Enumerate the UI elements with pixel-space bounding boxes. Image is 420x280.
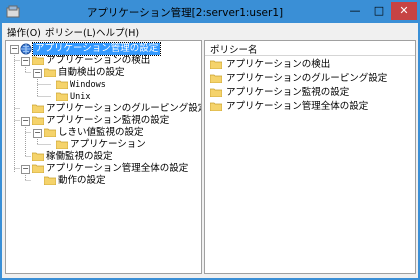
tree-node-root[interactable]: − アプリケーション管理の設定 [6, 42, 201, 56]
tree-label-overall[interactable]: アプリケーション管理全体の設定 [46, 163, 188, 175]
menu-bar: 操作(O) ポリシー(L) ヘルプ(H) [2, 23, 418, 39]
title-bar[interactable]: アプリケーション管理[2:server1:user1] — □ ✕ [1, 1, 419, 23]
tree-node-overall[interactable]: − アプリケーション管理全体の設定 [6, 163, 201, 175]
client-area: − アプリケーション管理の設定 − アプリケーションの検出 − 自動検出の設定 [2, 39, 418, 278]
folder-icon [56, 80, 68, 89]
maximize-button[interactable]: □ [367, 2, 391, 20]
tree-label-auto-detection[interactable]: 自動検出の設定 [58, 67, 125, 79]
folder-icon [210, 88, 222, 97]
collapse-icon[interactable]: − [21, 165, 30, 174]
tree-node-windows[interactable]: Windows [6, 79, 201, 91]
folder-icon [32, 152, 44, 161]
tree-node-detection[interactable]: − アプリケーションの検出 [6, 55, 201, 67]
folder-icon [44, 68, 56, 77]
folder-icon [56, 92, 68, 101]
collapse-icon[interactable]: − [33, 129, 42, 138]
folder-icon [32, 116, 44, 125]
folder-icon [32, 56, 44, 65]
tree-node-operation-monitoring[interactable]: 稼働監視の設定 [6, 151, 201, 163]
tree-node-monitoring[interactable]: − アプリケーション監視の設定 [6, 115, 201, 127]
list-item-label: アプリケーションの検出 [226, 59, 331, 70]
tree-label-threshold-app[interactable]: アプリケーション [70, 139, 146, 151]
column-header-policy-name[interactable]: ポリシー名 [205, 41, 415, 56]
folder-icon [32, 104, 44, 113]
tree-label-monitoring[interactable]: アプリケーション監視の設定 [46, 115, 169, 127]
collapse-icon[interactable]: − [21, 117, 30, 126]
tree-label-behavior[interactable]: 動作の設定 [58, 175, 106, 187]
minimize-button[interactable]: — [343, 2, 367, 20]
collapse-icon[interactable]: − [33, 69, 42, 78]
menu-operations[interactable]: 操作(O) [7, 25, 41, 39]
collapse-icon[interactable]: − [10, 45, 19, 54]
folder-icon [56, 140, 68, 149]
app-icon [6, 5, 20, 18]
tree-node-auto-detection[interactable]: − 自動検出の設定 [6, 67, 201, 79]
folder-icon [44, 176, 56, 185]
list-item-label: アプリケーション管理全体の設定 [226, 101, 369, 112]
menu-policy[interactable]: ポリシー(L) [45, 25, 96, 39]
tree-node-grouping[interactable]: アプリケーションのグルーピング設定 [6, 103, 201, 115]
tree-label-detection[interactable]: アプリケーションの検出 [46, 55, 150, 67]
folder-icon [210, 60, 222, 69]
tree-node-behavior[interactable]: 動作の設定 [6, 175, 201, 187]
tree-node-unix[interactable]: Unix [6, 91, 201, 103]
list-item-label: アプリケーション監視の設定 [226, 87, 350, 98]
list-item-label: アプリケーションのグルーピング設定 [226, 73, 388, 84]
tree-label-grouping[interactable]: アプリケーションのグルーピング設定 [46, 103, 201, 115]
tree-label-windows[interactable]: Windows [70, 79, 106, 91]
policy-list[interactable]: ポリシー名 アプリケーションの検出 アプリケーションのグルーピング設定 アプリケ… [204, 40, 416, 274]
application-window: アプリケーション管理[2:server1:user1] — □ ✕ 操作(O) … [0, 0, 420, 280]
tree-label-threshold[interactable]: しきい値監視の設定 [58, 127, 144, 139]
folder-icon [32, 164, 44, 173]
tree-label-operation-monitoring[interactable]: 稼働監視の設定 [46, 151, 113, 163]
collapse-icon[interactable]: − [21, 57, 30, 66]
window-title: アプリケーション管理[2:server1:user1] [86, 7, 284, 19]
tree-label-unix[interactable]: Unix [70, 91, 90, 103]
policy-tree[interactable]: − アプリケーション管理の設定 − アプリケーションの検出 − 自動検出の設定 [5, 40, 202, 274]
column-header-label: ポリシー名 [210, 45, 258, 56]
close-button[interactable]: ✕ [391, 2, 417, 20]
folder-icon [44, 128, 56, 137]
tree-node-threshold[interactable]: − しきい値監視の設定 [6, 127, 201, 139]
globe-icon [20, 43, 32, 55]
menu-help[interactable]: ヘルプ(H) [96, 25, 139, 39]
tree-node-threshold-app[interactable]: アプリケーション [6, 139, 201, 151]
folder-icon [210, 102, 222, 111]
folder-icon [210, 74, 222, 83]
tree-label-root[interactable]: アプリケーション管理の設定 [31, 42, 162, 56]
